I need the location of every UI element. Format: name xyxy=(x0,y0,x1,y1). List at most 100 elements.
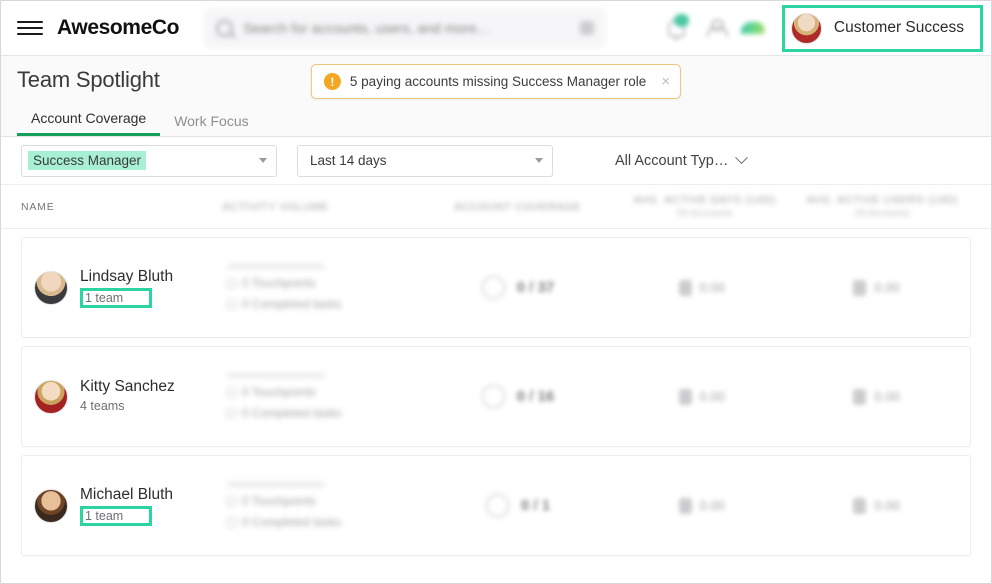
table-header-row: NAME ACTIVITY VOLUME ACCOUNT COVERAGE AV… xyxy=(1,185,991,229)
users-icon xyxy=(853,388,867,405)
table-row[interactable]: Lindsay Bluth 1 team 0 Touchpoints 0 Com… xyxy=(21,237,971,338)
row-tasks: 0 Completed tasks xyxy=(226,406,342,420)
column-header-avg-active-days[interactable]: AVG. ACTIVE DAYS (14D) Of Accounts xyxy=(616,194,794,219)
page-title: Team Spotlight xyxy=(17,67,160,92)
alert-message: 5 paying accounts missing Success Manage… xyxy=(349,74,647,89)
table-body: Lindsay Bluth 1 team 0 Touchpoints 0 Com… xyxy=(1,229,991,583)
filter-bar: Success Manager Last 14 days All Account… xyxy=(1,137,991,185)
coverage-ring-icon xyxy=(480,275,506,300)
coverage-ring-icon xyxy=(484,493,510,518)
app-window: AwesomeCo Customer Success Team S xyxy=(0,0,992,584)
date-range-filter-select[interactable]: Last 14 days xyxy=(297,144,553,177)
insights-button[interactable] xyxy=(734,9,772,47)
global-search[interactable] xyxy=(205,9,606,47)
search-icon xyxy=(216,19,234,37)
user-profile-menu[interactable]: Customer Success xyxy=(781,4,983,52)
brand-logo[interactable]: AwesomeCo xyxy=(57,16,179,40)
coverage-ring-icon xyxy=(480,384,506,409)
warning-icon: ! xyxy=(323,73,341,90)
search-input[interactable] xyxy=(243,20,581,36)
row-avg-active-users-cell: 0.00 xyxy=(789,279,964,296)
activity-sparkline xyxy=(226,482,325,487)
table-row[interactable]: Michael Bluth 1 team 0 Touchpoints 0 Com… xyxy=(21,455,971,556)
row-team-count: 1 team xyxy=(80,287,153,308)
account-type-filter-value: All Account Typ… xyxy=(615,152,729,169)
row-tasks-label: 0 Completed tasks xyxy=(241,297,342,311)
row-touchpoints-label: 0 Touchpoints xyxy=(241,385,316,399)
row-coverage-cell: 0 / 37 xyxy=(421,275,615,300)
row-name-cell: Michael Bluth 1 team xyxy=(28,486,227,526)
row-avg-active-users-cell: 0.00 xyxy=(789,388,964,405)
tab-account-coverage[interactable]: Account Coverage xyxy=(17,110,161,136)
users-icon xyxy=(853,497,867,514)
task-icon xyxy=(226,517,236,527)
content-panel: Success Manager Last 14 days All Account… xyxy=(1,137,991,583)
row-coverage-cell: 0 / 16 xyxy=(421,384,615,409)
close-icon[interactable]: × xyxy=(661,74,670,89)
notifications-button[interactable] xyxy=(658,9,696,47)
avatar xyxy=(34,270,68,305)
row-tasks: 0 Completed tasks xyxy=(226,297,342,311)
row-avg-active-days-value: 0.00 xyxy=(699,280,725,295)
row-tasks: 0 Completed tasks xyxy=(226,515,342,529)
row-activity-volume-cell: 0 Touchpoints 0 Completed tasks xyxy=(226,264,421,311)
tab-bar: Account Coverage Work Focus xyxy=(1,104,991,137)
chevron-down-icon xyxy=(535,158,543,163)
row-person-name: Michael Bluth xyxy=(80,485,174,503)
calendar-icon xyxy=(678,497,692,514)
row-tasks-label: 0 Completed tasks xyxy=(241,515,342,529)
table-row[interactable]: Kitty Sanchez 4 teams 0 Touchpoints 0 Co… xyxy=(21,346,971,447)
top-navigation-bar: AwesomeCo Customer Success xyxy=(1,1,991,56)
row-avg-active-users-cell: 0.00 xyxy=(789,497,964,514)
calendar-icon xyxy=(678,388,692,405)
avatar xyxy=(34,379,68,414)
column-header-activity-volume[interactable]: ACTIVITY VOLUME xyxy=(223,201,420,213)
user-profile-label: Customer Success xyxy=(833,19,964,36)
column-header-avg-active-users-label: AVG. ACTIVE USERS (14D) xyxy=(806,194,958,206)
activity-sparkline xyxy=(226,373,325,378)
calendar-icon xyxy=(678,279,692,296)
row-person-name: Lindsay Bluth xyxy=(80,267,174,285)
row-coverage-value: 0 / 37 xyxy=(516,279,555,296)
row-person-name: Kitty Sanchez xyxy=(80,378,175,395)
row-coverage-cell: 0 / 1 xyxy=(421,493,615,518)
row-avg-active-days-cell: 0.00 xyxy=(614,279,789,296)
touchpoint-icon xyxy=(226,278,236,288)
column-header-account-coverage[interactable]: ACCOUNT COVERAGE xyxy=(419,201,616,213)
column-header-name[interactable]: NAME xyxy=(21,201,223,213)
row-coverage-value: 0 / 16 xyxy=(516,388,555,405)
menu-icon[interactable] xyxy=(17,15,43,41)
clear-search-icon[interactable] xyxy=(580,21,595,35)
column-header-avg-active-users-sub: Of Accounts xyxy=(854,208,911,219)
account-type-filter-select[interactable]: All Account Typ… xyxy=(613,149,749,173)
users-icon xyxy=(853,279,867,296)
row-touchpoints: 0 Touchpoints xyxy=(226,385,316,399)
chevron-down-icon xyxy=(735,151,749,165)
page-header: Team Spotlight ! 5 paying accounts missi… xyxy=(1,56,991,104)
row-coverage-value: 0 / 1 xyxy=(520,497,551,514)
touchpoint-icon xyxy=(226,496,236,506)
task-icon xyxy=(226,408,236,418)
row-avg-active-days-value: 0.00 xyxy=(699,389,725,404)
person-icon xyxy=(706,19,728,37)
row-avg-active-days-value: 0.00 xyxy=(699,498,725,513)
column-header-avg-active-users[interactable]: AVG. ACTIVE USERS (14D) Of Accounts xyxy=(793,194,971,219)
role-filter-value: Success Manager xyxy=(28,151,147,170)
touchpoint-icon xyxy=(226,387,236,397)
role-filter-select[interactable]: Success Manager xyxy=(21,144,277,177)
row-activity-volume-cell: 0 Touchpoints 0 Completed tasks xyxy=(226,482,421,529)
row-touchpoints-label: 0 Touchpoints xyxy=(241,276,316,290)
row-team-count: 1 team xyxy=(80,505,153,526)
tab-work-focus[interactable]: Work Focus xyxy=(160,113,262,136)
row-touchpoints: 0 Touchpoints xyxy=(226,276,316,290)
topbar-actions: Customer Success xyxy=(658,4,983,52)
row-touchpoints: 0 Touchpoints xyxy=(226,494,316,508)
task-icon xyxy=(226,299,236,309)
row-name-cell: Lindsay Bluth 1 team xyxy=(28,268,227,308)
gauge-icon xyxy=(740,22,766,34)
alert-banner: ! 5 paying accounts missing Success Mana… xyxy=(310,64,682,99)
account-button[interactable] xyxy=(696,9,734,47)
column-header-avg-active-days-sub: Of Accounts xyxy=(676,208,733,219)
row-avg-active-users-value: 0.00 xyxy=(874,389,900,404)
row-tasks-label: 0 Completed tasks xyxy=(241,406,342,420)
